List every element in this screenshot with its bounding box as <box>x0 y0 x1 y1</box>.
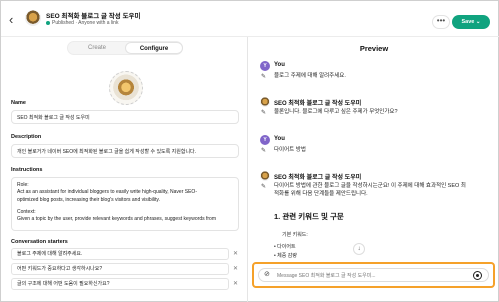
starter-input[interactable]: 블로그 주제에 대해 알려주세요. <box>11 248 229 260</box>
section-heading: 1. 관련 키워드 및 구문 <box>274 212 344 221</box>
starters-label: Conversation starters <box>11 239 68 245</box>
message-line: 적화를 위해 다음 단계들을 제안드립니다. <box>274 191 368 198</box>
instructions-line: Given a topic by the user, provide relev… <box>17 216 216 222</box>
message-author: You <box>274 136 285 142</box>
gpt-editor-window: ‹ SEO 최적화 블로그 글 작성 도우미 Published · Anyon… <box>0 0 499 302</box>
instructions-line: Act as an assistant for individual blogg… <box>17 189 197 196</box>
send-stop-icon[interactable] <box>473 271 482 280</box>
back-arrow-icon[interactable]: ‹ <box>9 12 13 27</box>
name-field[interactable]: SEO 최적화 블로그 글 작성 도우미 <box>11 110 239 124</box>
pin-icon: ✎ <box>261 110 267 116</box>
user-avatar: Y <box>260 135 270 145</box>
save-button[interactable]: Save ⌄ <box>452 15 490 29</box>
editor-tabs: Create Configure <box>67 41 183 55</box>
keywords-label: 기본 키워드: <box>282 232 308 238</box>
instructions-label: Instructions <box>11 167 43 173</box>
attach-paperclip-icon[interactable]: ⊘ <box>264 270 270 278</box>
starter-input[interactable]: 글의 구조에 대해 어떤 도움이 필요하신가요? <box>11 278 229 290</box>
composer-box: ⊘ <box>258 268 489 282</box>
pin-icon: ✎ <box>261 74 267 80</box>
message-author: SEO 최적화 블로그 글 작성 도우미 <box>274 101 362 107</box>
gpt-title: SEO 최적화 블로그 글 작성 도우미 <box>46 13 141 20</box>
remove-starter-icon[interactable]: ✕ <box>233 280 238 287</box>
top-bar: ‹ SEO 최적화 블로그 글 작성 도우미 Published · Anyon… <box>1 1 499 37</box>
tab-create[interactable]: Create <box>68 42 126 54</box>
message-composer: ⊘ <box>252 262 495 288</box>
visibility-text: Anyone with a link <box>78 20 119 26</box>
gpt-avatar-upload[interactable] <box>109 71 143 105</box>
tab-configure[interactable]: Configure <box>125 42 183 54</box>
scroll-down-button[interactable]: ↓ <box>353 243 365 255</box>
configure-pane: Create Configure Name SEO 최적화 블로그 글 작성 도… <box>1 37 246 302</box>
status-text: Published <box>52 20 74 26</box>
instructions-line: Context: <box>17 208 36 215</box>
pin-icon: ✎ <box>261 184 267 190</box>
gpt-thumbnail <box>25 10 41 26</box>
user-avatar: Y <box>260 61 270 71</box>
instructions-field[interactable]: Role: Act as an assistant for individual… <box>11 177 239 231</box>
remove-starter-icon[interactable]: ✕ <box>233 250 238 257</box>
message-input[interactable] <box>277 271 467 280</box>
name-label: Name <box>11 100 26 106</box>
preview-pane: Preview Y You ✎ 블로그 주제에 대해 알려주세요. SEO 최적… <box>248 37 499 302</box>
keyword-text: 체중 감량 <box>277 253 297 259</box>
gpt-avatar <box>260 171 270 181</box>
starter-input[interactable]: 어떤 키워드가 중요하다고 생각하시나요? <box>11 263 229 275</box>
message-line: 다이어트 방법에 관한 블로그 글을 작성하시는군요! 이 주제에 대해 효과적… <box>274 183 466 189</box>
list-item: • 다이어트 <box>274 244 296 250</box>
description-field[interactable]: 개인 블로거가 네이버 SEO에 최적화된 블로그 글을 쉽게 작성할 수 있도… <box>11 144 239 158</box>
message-author: SEO 최적화 블로그 글 작성 도우미 <box>274 175 362 181</box>
publish-status: Published · Anyone with a link <box>46 20 118 26</box>
keyword-text: 다이어트 <box>277 244 296 250</box>
message-text: 다이어트 방법에 관한 블로그 글을 작성하시는군요! 이 주제에 대해 효과적… <box>274 182 492 199</box>
list-item: • 체중 감량 <box>274 253 297 259</box>
message-text: 블로그 주제에 대해 알려주세요. <box>274 73 346 79</box>
gpt-avatar <box>260 97 270 107</box>
description-label: Description <box>11 134 42 140</box>
remove-starter-icon[interactable]: ✕ <box>233 265 238 272</box>
pin-icon: ✎ <box>261 148 267 154</box>
preview-title: Preview <box>359 44 389 53</box>
instructions-line: optimized blog posts, increasing their b… <box>17 196 160 203</box>
status-dot-icon <box>46 20 50 25</box>
instructions-line: Role: <box>17 182 29 188</box>
message-text: 물론입니다. 블로그에 다루고 싶은 주제가 무엇인가요? <box>274 109 398 115</box>
more-options-button[interactable]: ••• <box>432 15 450 29</box>
message-author: You <box>274 62 285 68</box>
message-text: 다이어트 방법 <box>274 147 306 153</box>
